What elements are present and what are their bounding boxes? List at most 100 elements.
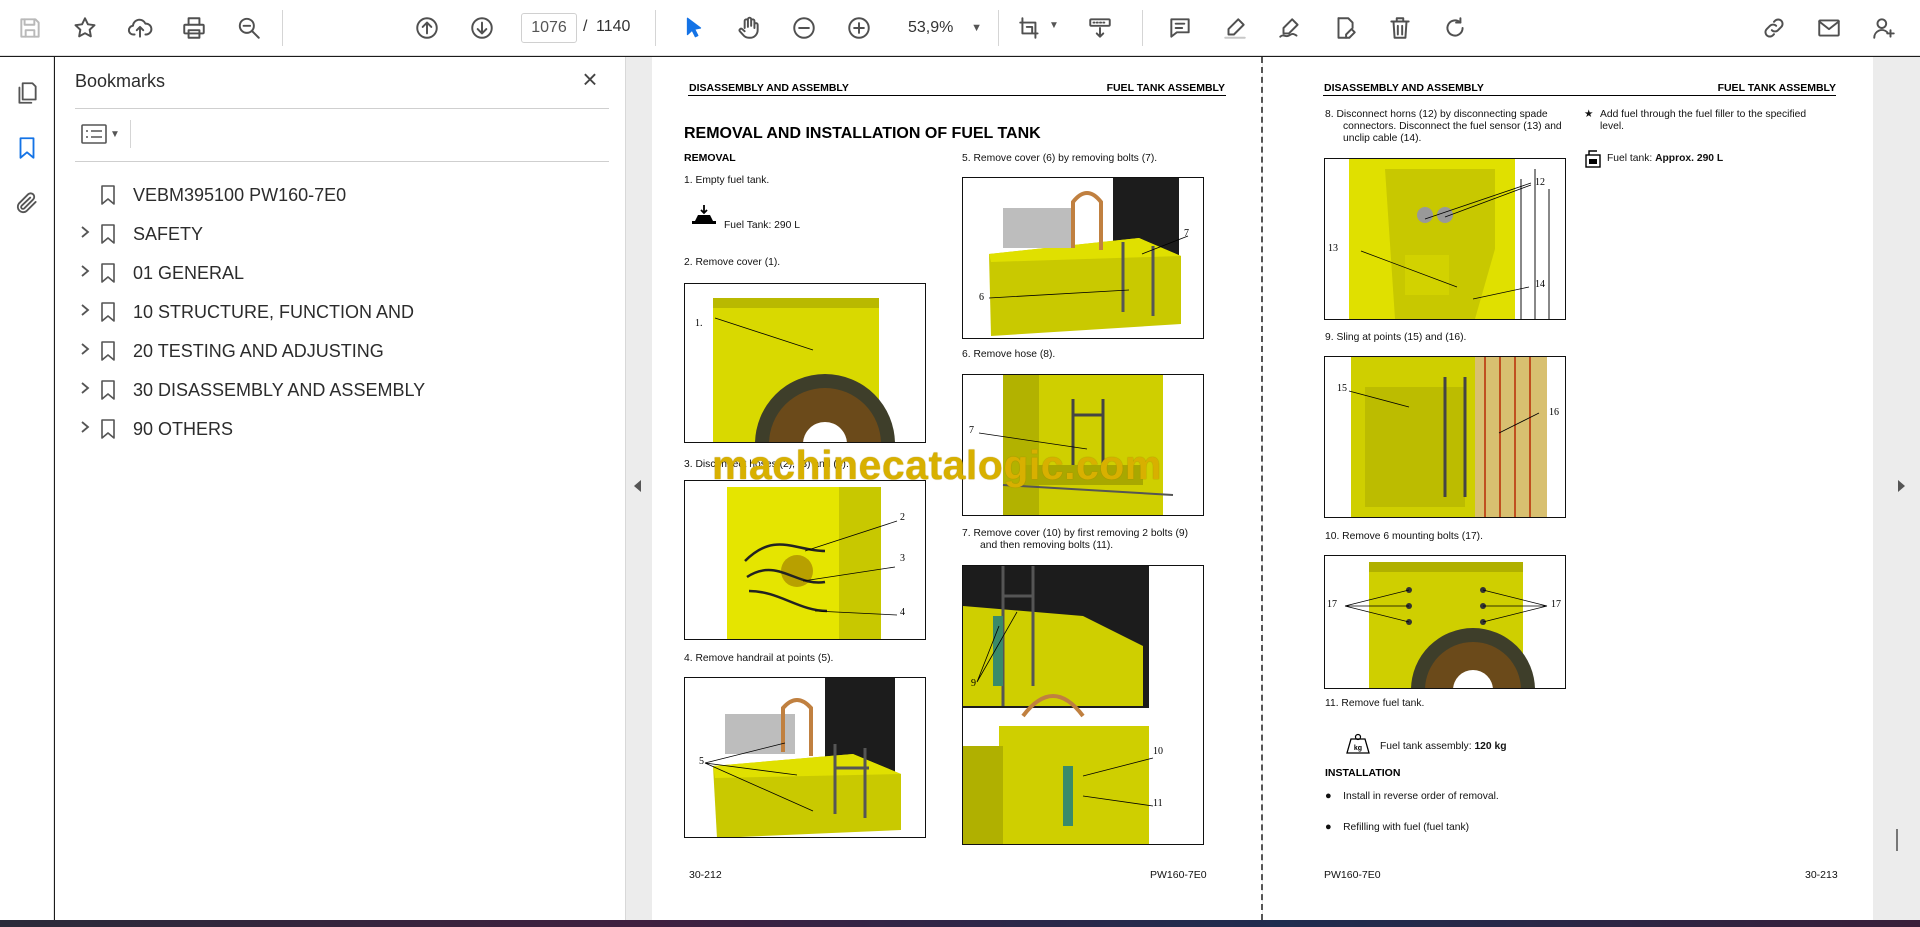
account-user-icon[interactable] [1866,10,1902,46]
print-icon[interactable] [176,10,212,46]
bookmark-item[interactable]: 01 GENERAL [73,259,613,287]
email-icon[interactable] [1811,10,1847,46]
model-name-right: PW160-7E0 [1324,869,1381,881]
step-9: 9. Sling at points (15) and (16). [1325,332,1467,343]
bookmark-label: SAFETY [133,223,204,244]
bookmark-icon [99,182,121,208]
panel-splitter[interactable] [625,57,651,920]
bookmarks-panel: Bookmarks × ▼ VEBM395100 PW160-7E0 SAFETY… [55,57,625,920]
chevron-down-icon: ▼ [971,22,982,34]
expand-right-panel-arrow-icon[interactable] [1898,480,1905,492]
page-thumbnails-icon[interactable] [10,76,44,110]
bookmark-item[interactable]: VEBM395100 PW160-7E0 [73,181,613,209]
next-page-icon[interactable] [464,10,500,46]
chevron-right-icon[interactable] [73,342,97,361]
bookmark-icon [99,221,121,247]
bookmark-item[interactable]: SAFETY [73,220,613,248]
attachments-paperclip-icon[interactable] [10,186,44,220]
page-header-left-r: DISASSEMBLY AND ASSEMBLY [1324,82,1484,94]
bookmark-icon [99,416,121,442]
bookmark-item[interactable]: 30 DISASSEMBLY AND ASSEMBLY [73,376,613,404]
chevron-right-icon[interactable] [73,420,97,439]
bookmark-icon [99,260,121,286]
redo-rotate-icon[interactable] [1437,10,1473,46]
fuel-capacity-value: Approx. 290 L [1655,153,1724,164]
page-title: REMOVAL AND INSTALLATION OF FUEL TANK [684,125,1041,142]
bookmark-item[interactable]: 20 TESTING AND ADJUSTING [73,337,613,365]
pdf-page-left: DISASSEMBLY AND ASSEMBLY FUEL TANK ASSEM… [652,57,1262,920]
weight-label: Fuel tank assembly: [1380,741,1475,752]
bookmark-label: 10 STRUCTURE, FUNCTION AND [133,301,415,322]
vertical-scrollbar-thumb[interactable] [1896,829,1898,851]
save-icon[interactable] [12,10,48,46]
bookmark-item[interactable]: 10 STRUCTURE, FUNCTION AND [73,298,613,326]
installation-item-1-text: Install in reverse order of removal. [1343,791,1499,802]
step-8a: 8. Disconnect horns (12) by disconnectin… [1325,109,1548,120]
installation-item-2: ● Refilling with fuel (fuel tank) [1325,821,1470,833]
callout-13: 13 [1328,243,1338,254]
page-fit-icon[interactable] [1012,10,1048,46]
bookmark-icon [99,338,121,364]
star-note-line-2: level. [1600,121,1625,132]
step-7a: 7. Remove cover (10) by first removing 2… [962,528,1189,539]
chevron-right-icon[interactable] [73,303,97,322]
previous-page-icon[interactable] [409,10,445,46]
chevron-right-icon[interactable] [73,381,97,400]
step-6: 6. Remove hose (8). [962,349,1056,360]
step-4: 4. Remove handrail at points (5). [684,653,834,664]
step-10: 10. Remove 6 mounting bolts (17). [1325,531,1483,542]
bookmarks-panel-icon[interactable] [10,131,44,165]
zoom-search-icon[interactable] [231,10,267,46]
step-8c: unclip cable (14). [1343,133,1422,144]
select-cursor-icon[interactable] [676,10,712,46]
callout-12: 12 [1535,177,1545,188]
bookmark-label: 01 GENERAL [133,262,245,283]
collapse-panel-arrow-icon[interactable] [634,480,641,492]
current-page-input[interactable]: 1076 [521,13,577,43]
bookmark-item[interactable]: 90 OTHERS [73,415,613,443]
share-link-icon[interactable] [1756,10,1792,46]
draw-signature-icon[interactable] [1272,10,1308,46]
figure-handrail-5: 5 [684,677,926,838]
bookmark-icon [99,377,121,403]
zoom-in-icon[interactable] [841,10,877,46]
step-1: 1. Empty fuel tank. [684,175,770,186]
bookmarks-panel-title: Bookmarks [75,71,166,91]
fuel-capacity-line: Fuel tank: Approx. 290 L [1607,153,1723,165]
callout-15: 15 [1337,383,1347,394]
step-7b: and then removing bolts (11). [980,540,1114,551]
step-8b: connectors. Disconnect the fuel sensor (… [1343,121,1562,132]
chevron-right-icon[interactable] [73,225,97,244]
right-side-collapse [1875,57,1920,920]
callout-11: 11 [1153,798,1163,809]
removal-heading: REMOVAL [684,152,736,164]
step-2: 2. Remove cover (1). [684,257,781,268]
weight-value: 120 kg [1474,741,1507,752]
comment-icon[interactable] [1162,10,1198,46]
callout-16: 16 [1549,407,1559,418]
highlight-pen-icon[interactable] [1217,10,1253,46]
scroll-mode-icon[interactable] [1082,10,1118,46]
chevron-down-icon[interactable]: ▼ [1049,20,1059,31]
chevron-down-icon: ▼ [110,128,120,140]
hand-tool-icon[interactable] [731,10,767,46]
close-icon[interactable]: × [577,66,603,93]
total-pages: 1140 [596,18,631,35]
bookmark-options-button[interactable]: ▼ [75,117,125,151]
installation-item-1: ● Install in reverse order of removal. [1325,790,1499,802]
callout-7-hose: 7 [969,425,974,436]
chevron-right-icon[interactable] [73,264,97,283]
page-header-left: DISASSEMBLY AND ASSEMBLY [689,82,849,94]
star-icon[interactable] [67,10,103,46]
figure-cover-10-bolts-9-11: 9 10 11 [962,565,1204,845]
callout-1: 1. [695,318,703,329]
callout-3: 3 [900,553,905,564]
edit-text-icon[interactable] [1327,10,1363,46]
zoom-out-icon[interactable] [786,10,822,46]
document-view[interactable]: DISASSEMBLY AND ASSEMBLY FUEL TANK ASSEM… [651,57,1920,920]
model-name-left: PW160-7E0 [1150,869,1207,881]
upload-cloud-icon[interactable] [122,10,158,46]
watermark-text: machinecatalogic.com [712,442,1162,488]
zoom-level-select[interactable]: 53,9% ▼ [902,13,990,43]
delete-trash-icon[interactable] [1382,10,1418,46]
